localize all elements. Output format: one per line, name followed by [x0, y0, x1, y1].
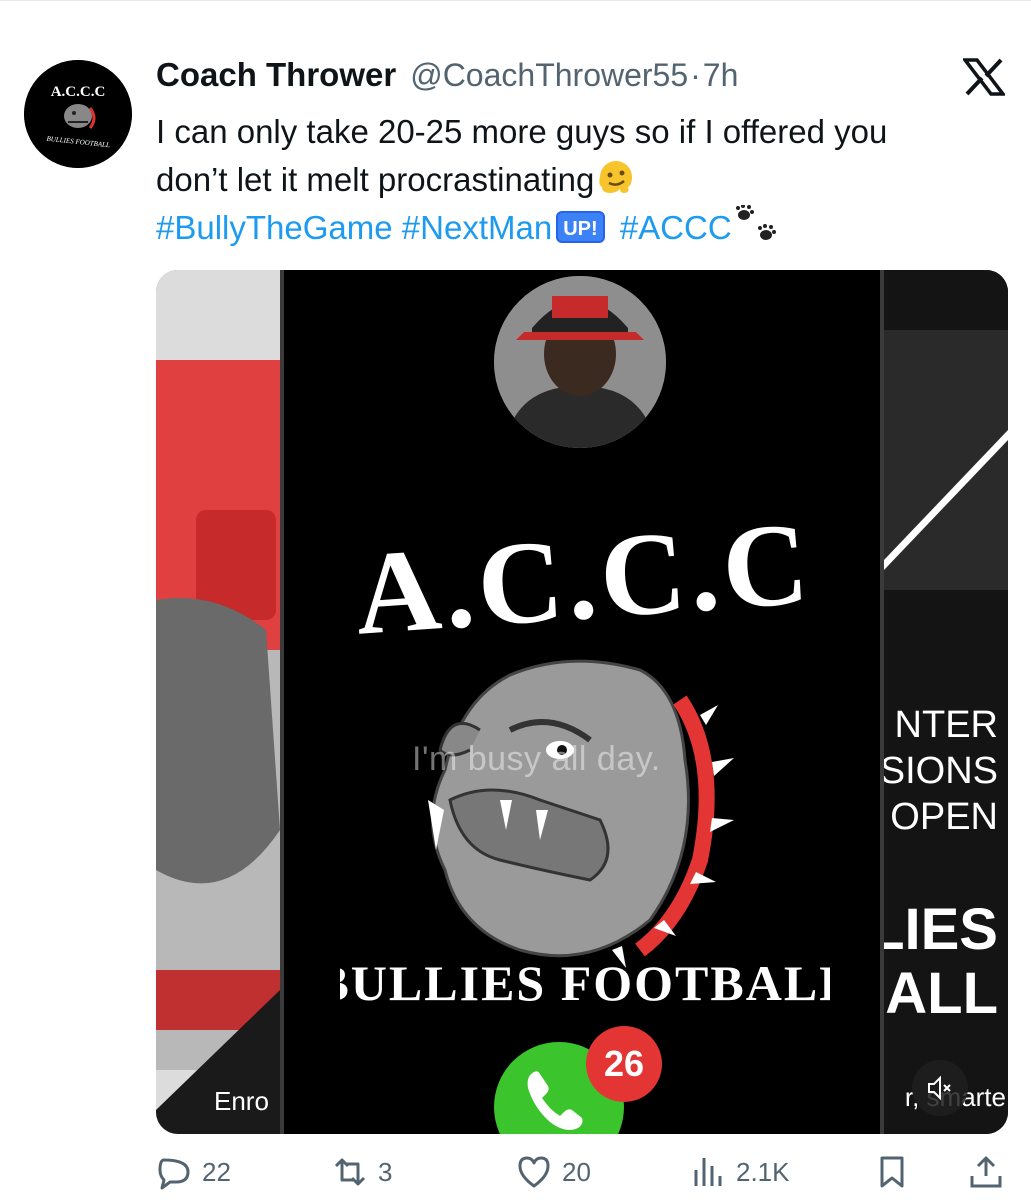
- share-button[interactable]: [968, 1154, 1014, 1190]
- post-time[interactable]: 7h: [703, 57, 739, 94]
- logo-subtitle: BULLIES FOOTBALL: [340, 955, 830, 1011]
- like-button[interactable]: 20: [516, 1154, 591, 1190]
- right-preview-line-1: NTER: [894, 704, 998, 746]
- media-carousel[interactable]: Enro A.C.C.C BULLIES FOOTBALL I'm busy a…: [156, 270, 1008, 1134]
- tweet-text-line-1: I can only take 20-25 more guys so if I …: [156, 113, 888, 150]
- tweet-text-line-2: don’t let it melt procrastinating: [156, 156, 1016, 204]
- tweet-actions: 22 3 20 2.1K: [156, 1148, 1008, 1198]
- right-preview-heading-1: LIES: [884, 897, 998, 962]
- like-count: 20: [562, 1156, 591, 1187]
- hashtag-bullythegame[interactable]: #BullyTheGame: [156, 209, 393, 246]
- retweet-icon: [334, 1158, 366, 1186]
- missed-call-badge: 26: [586, 1026, 662, 1102]
- tweet-hashtags-line: #BullyTheGame #NextMan UP! #ACCC: [156, 204, 1016, 252]
- hashtag-nextman[interactable]: #NextMan: [402, 209, 552, 246]
- speaker-muted-icon: [928, 1075, 951, 1101]
- coach-photo: [494, 276, 666, 448]
- melting-face-icon: [599, 161, 633, 193]
- heart-icon: [518, 1156, 550, 1188]
- bulldog-icon: [428, 659, 734, 968]
- x-logo-icon: [963, 58, 1005, 96]
- accc-logo-avatar: A.C.C.C BULLIES FOOTBALL: [24, 60, 132, 168]
- media-main-video[interactable]: A.C.C.C BULLIES FOOTBALL I'm busy all da…: [280, 270, 884, 1134]
- left-preview-footer: Enro: [214, 1086, 269, 1116]
- right-preview-text: NTER SIONS OPEN: [884, 702, 998, 840]
- reply-button[interactable]: 22: [156, 1154, 231, 1190]
- profile-avatar[interactable]: A.C.C.C BULLIES FOOTBALL: [24, 60, 132, 168]
- reply-icon: [158, 1158, 190, 1190]
- video-left-edge: [280, 270, 284, 1134]
- right-preview-line-2: SIONS: [884, 750, 998, 792]
- paw-prints-icon: [735, 205, 776, 240]
- meta-separator: ·: [690, 57, 701, 93]
- tweet-header: Coach Thrower @CoachThrower55 · 7h: [156, 56, 738, 96]
- right-preview-heading-2: ALL: [885, 961, 998, 1026]
- reply-count: 22: [202, 1156, 231, 1187]
- top-divider: [0, 0, 1031, 1]
- views-chart-icon: [694, 1158, 722, 1186]
- right-preview-heading: LIES ALL: [884, 898, 998, 1026]
- right-preview-line-3: OPEN: [890, 796, 998, 838]
- media-right-preview[interactable]: NTER SIONS OPEN LIES ALL r, smarte: [884, 270, 1008, 1134]
- bookmark-icon: [880, 1156, 904, 1188]
- tweet-text: I can only take 20-25 more guys so if I …: [156, 108, 1016, 252]
- display-name[interactable]: Coach Thrower: [156, 56, 396, 94]
- mute-button[interactable]: [912, 1060, 968, 1116]
- up-button-icon: UP!: [556, 211, 605, 243]
- logo-title: A.C.C.C: [351, 500, 816, 660]
- retweet-count: 3: [378, 1156, 393, 1187]
- share-icon: [970, 1156, 1002, 1188]
- views-button[interactable]: 2.1K: [690, 1154, 790, 1190]
- phone-icon: [527, 1071, 583, 1130]
- user-handle[interactable]: @CoachThrower55: [410, 57, 688, 94]
- tweet-text-line-2-body: don’t let it melt procrastinating: [156, 161, 595, 198]
- hashtag-accc[interactable]: #ACCC: [620, 209, 732, 246]
- media-left-preview[interactable]: Enro: [156, 270, 280, 1134]
- video-caption: I'm busy all day.: [412, 740, 661, 778]
- coach-photo-graphic: [494, 276, 666, 448]
- avatar-logo-title: A.C.C.C: [51, 84, 106, 100]
- left-preview-graphic: [156, 270, 280, 1134]
- retweet-button[interactable]: 3: [332, 1154, 392, 1190]
- views-count: 2.1K: [736, 1156, 790, 1187]
- bookmark-button[interactable]: [874, 1154, 920, 1190]
